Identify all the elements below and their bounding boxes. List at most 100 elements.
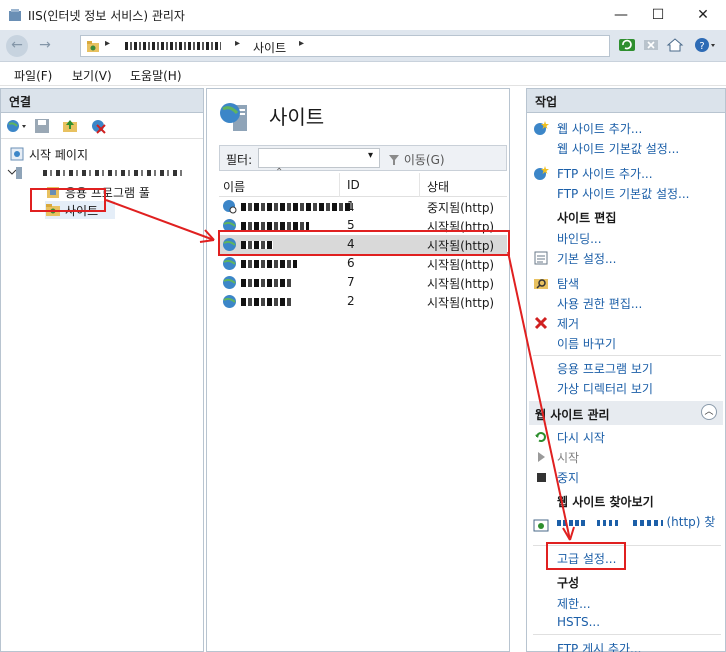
site-globe-icon [223,276,236,289]
host-redacted [632,519,663,526]
action-browse-link[interactable]: (http) 찾 [557,513,715,530]
funnel-icon [389,155,399,165]
tree-item-start-page[interactable]: 시작 페이지 [9,145,189,163]
actions-header: 작업 [527,89,725,113]
explore-icon [534,279,548,289]
maximize-button[interactable]: ☐ [643,4,673,26]
site-id: 2 [347,294,355,308]
divider [533,355,721,356]
group-configure: 구성 [557,576,580,590]
add-website-icon [534,121,549,135]
site-status: 중지됨(http) [427,201,495,215]
collapse-icon[interactable]: ︿ [701,404,717,420]
action-stop[interactable]: 중지 [557,469,579,486]
action-view-apps[interactable]: 응용 프로그램 보기 [557,360,653,377]
highlight-box-sites-node [30,188,106,212]
highlight-box-advanced-settings [546,542,626,570]
action-restart[interactable]: 다시 시작 [557,429,605,446]
group-manage-site: 웹 사이트 관리 [535,408,610,422]
folder-icon [87,41,99,52]
filter-label: 필터: [226,153,253,167]
action-view-vdirs[interactable]: 가상 디렉터리 보기 [557,380,653,397]
column-separator[interactable] [419,173,420,197]
up-folder-icon[interactable] [61,117,79,135]
site-id: 1 [347,199,355,213]
basic-settings-icon [534,251,548,265]
sites-table-header: 이름 ⌃ ID 상태 [219,167,507,197]
close-button[interactable]: ✕ [688,4,718,26]
connect-globe-icon[interactable] [5,117,27,135]
column-id[interactable]: ID [347,178,360,192]
save-icon[interactable] [33,117,51,135]
breadcrumb-server[interactable] [125,42,221,50]
highlight-box-selected-site [218,230,510,256]
site-stopped-icon [223,200,237,214]
window-title: IIS(인터넷 정보 서비스) 관리자 [28,9,185,23]
action-edit-permissions[interactable]: 사용 권한 편집... [557,295,642,312]
tree-item-server[interactable] [7,164,197,182]
connections-header: 연결 [1,89,203,113]
filter-dropdown-icon[interactable]: ▾ [368,150,373,161]
action-start[interactable]: 시작 [557,449,579,466]
address-bar-row: ← → ▸ ▸ 사이트 ▸ ? [0,30,726,62]
add-ftp-icon [534,166,549,180]
remove-icon [534,316,548,330]
help-icon[interactable]: ? [694,36,716,54]
table-row[interactable]: 7 시작됨(http) [219,273,507,292]
title-bar: IIS(인터넷 정보 서비스) 관리자 — ☐ ✕ [0,0,726,30]
breadcrumb-sites[interactable]: 사이트 [253,39,286,56]
action-ftp-defaults[interactable]: FTP 사이트 기본값 설정... [557,185,689,202]
action-add-ftp-publishing[interactable]: FTP 게시 추가... [557,640,642,652]
forward-button[interactable]: → [34,35,56,57]
site-name-redacted [241,279,291,287]
action-add-website[interactable]: 웹 사이트 추가... [557,120,642,137]
action-rename[interactable]: 이름 바꾸기 [557,335,616,352]
menu-help[interactable]: 도움말(H) [130,67,182,84]
filter-go-button[interactable]: 이동(G) [388,151,445,168]
refresh-icon[interactable] [618,36,636,54]
action-explore[interactable]: 탐색 [557,275,579,292]
site-status: 시작됨(http) [427,296,495,310]
table-row[interactable]: 1 중지됨(http) [219,197,507,216]
connections-toolbar [1,113,203,139]
action-add-ftp[interactable]: FTP 사이트 추가... [557,165,653,182]
site-name-redacted [241,222,309,230]
action-bindings[interactable]: 바인딩... [557,230,602,247]
site-name-redacted [241,260,297,268]
browse-suffix: (http) 찾 [666,515,716,529]
action-hsts[interactable]: HSTS... [557,615,600,629]
stop-icon[interactable] [642,36,660,54]
menu-file[interactable]: 파일(F) [14,67,52,84]
page-title: 사이트 [269,105,325,129]
iis-app-icon [9,9,21,21]
site-name-redacted [241,203,353,211]
back-button[interactable]: ← [6,35,28,57]
site-status: 시작됨(http) [427,277,495,291]
column-separator[interactable] [339,173,340,197]
start-icon [538,452,545,462]
column-name[interactable]: 이름 [223,178,245,195]
site-id: 7 [347,275,355,289]
action-remove[interactable]: 제거 [557,315,579,332]
menu-bar: 파일(F) 보기(V) 도움말(H) [0,62,726,86]
action-limits[interactable]: 제한... [557,595,591,612]
minimize-button[interactable]: — [606,4,636,26]
address-path[interactable]: ▸ ▸ 사이트 ▸ [80,35,610,57]
column-status[interactable]: 상태 [427,178,449,195]
filter-input[interactable] [258,148,380,168]
home-icon[interactable] [666,36,684,54]
site-status: 시작됨(http) [427,258,495,272]
host-redacted [596,519,621,526]
action-basic-settings[interactable]: 기본 설정... [557,250,616,267]
start-page-icon [10,147,24,161]
disconnect-icon[interactable] [89,117,107,135]
table-row[interactable]: 6 시작됨(http) [219,254,507,273]
sort-indicator-icon: ⌃ [275,167,284,178]
action-website-defaults[interactable]: 웹 사이트 기본값 설정... [557,140,679,157]
table-row[interactable]: 2 시작됨(http) [219,292,507,311]
go-label: 이동(G) [403,153,445,167]
site-globe-icon [223,295,236,308]
browse-icon [533,519,549,532]
menu-view[interactable]: 보기(V) [72,67,112,84]
svg-text:?: ? [699,41,704,52]
